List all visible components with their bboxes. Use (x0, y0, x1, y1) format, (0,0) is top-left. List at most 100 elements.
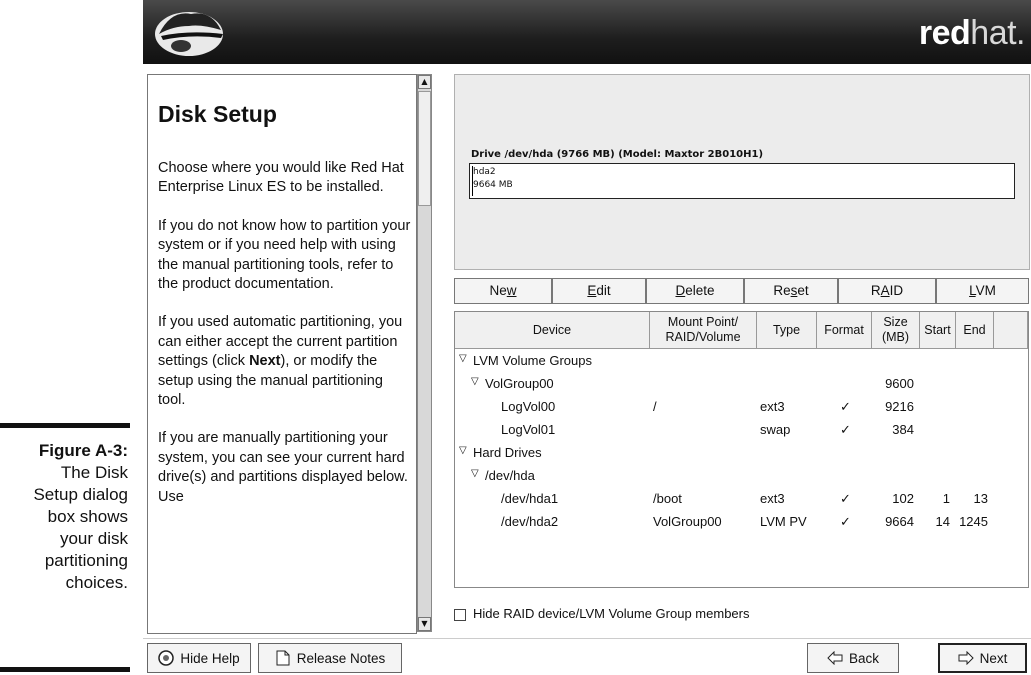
hide-help-label: Hide Help (180, 650, 240, 666)
cell-type: LVM PV (760, 514, 807, 529)
cell-size: 384 (892, 422, 914, 437)
drive-label: Drive /dev/hda (9766 MB) (Model: Maxtor … (471, 149, 764, 160)
expander-triangle-icon[interactable]: ▽ (471, 468, 479, 479)
table-row[interactable]: ▽ VolGroup00 9600 (455, 373, 1028, 396)
cell-format: ✓ (840, 399, 851, 414)
new-button[interactable]: New (454, 278, 552, 304)
help-text: Choose where you would like Red Hat Ente… (158, 159, 414, 526)
bottom-separator (143, 638, 1031, 639)
partition-toolbar: New Edit Delete Reset RAID LVM (454, 278, 1029, 304)
scroll-thumb[interactable] (418, 91, 431, 206)
cell-type: swap (760, 422, 791, 437)
cell-device: /dev/hda2 (501, 514, 559, 529)
delete-button[interactable]: Delete (646, 278, 744, 304)
caption-line: choices. (65, 573, 128, 592)
expander-triangle-icon[interactable]: ▽ (459, 445, 467, 456)
shadowman-logo-icon (155, 12, 223, 56)
column-header-filler (994, 312, 1028, 349)
arrow-left-icon (827, 651, 843, 665)
table-row[interactable]: /dev/hda1/boot ext3 ✓ 102 1 13 (455, 488, 1028, 511)
expander-triangle-icon[interactable]: ▽ (471, 376, 479, 387)
help-paragraph: If you are manually partitioning your sy… (158, 430, 408, 505)
hide-help-button[interactable]: Hide Help (147, 643, 251, 673)
help-title: Disk Setup (158, 101, 277, 127)
cell-start: 14 (935, 514, 950, 529)
table-row[interactable]: ▽ LVM Volume Groups (455, 350, 1028, 373)
cell-device: VolGroup00 (485, 376, 554, 391)
help-paragraph: If you used automatic partitioning, you … (158, 314, 403, 409)
cell-end: 1245 (959, 514, 988, 529)
help-scrollbar[interactable]: ▲ ▼ (417, 74, 432, 632)
cell-device: LogVol01 (501, 422, 556, 437)
cell-device: LogVol00 (501, 399, 556, 414)
document-icon (276, 650, 290, 666)
banner: redhat. (143, 0, 1031, 64)
cell-end: 13 (973, 491, 988, 506)
partition-name: hda2 (473, 167, 496, 177)
caption-line: Setup dialog (33, 485, 128, 504)
cell-device: /dev/hda1 (501, 491, 559, 506)
drive-graphic: Drive /dev/hda (9766 MB) (Model: Maxtor … (454, 74, 1030, 270)
cell-format: ✓ (840, 422, 851, 437)
table-row[interactable]: LogVol01 swap ✓ 384 (455, 419, 1028, 442)
cell-start: 1 (942, 491, 950, 506)
help-panel: Disk Setup Choose where you would like R… (147, 74, 417, 634)
cell-size: 102 (892, 491, 914, 506)
help-paragraph: If you do not know how to partition your… (158, 217, 411, 293)
caption-line: your disk (59, 529, 128, 548)
column-header-start[interactable]: Start (920, 312, 956, 349)
installer-window: redhat. Disk Setup Choose where you woul… (143, 0, 1031, 675)
table-row[interactable]: ▽ /dev/hda (455, 465, 1028, 488)
cell-device: /dev/hda (485, 468, 535, 483)
arrow-right-icon (958, 651, 974, 665)
hide-members-label[interactable]: Hide RAID device/LVM Volume Group member… (473, 606, 749, 621)
figure-caption: Figure A-3: The Disk Setup dialog box sh… (0, 440, 128, 594)
redhat-wordmark: redhat. (918, 14, 1026, 52)
partition-size: 9664 MB (473, 180, 513, 190)
scroll-down-icon[interactable]: ▼ (418, 617, 431, 631)
partition-table[interactable]: Device Mount Point/ RAID/Volume Type For… (454, 311, 1029, 588)
caption-line: The Disk (60, 463, 128, 482)
cell-mount: / (653, 399, 657, 414)
raid-button[interactable]: RAID (838, 278, 936, 304)
cell-type: ext3 (760, 491, 785, 506)
cell-type: ext3 (760, 399, 785, 414)
table-row[interactable]: /dev/hda2 VolGroup00 LVM PV ✓ 9664 14 1245 (455, 511, 1028, 534)
back-label: Back (848, 650, 879, 666)
scroll-up-icon[interactable]: ▲ (418, 75, 431, 89)
caption-line: box shows (47, 507, 128, 526)
column-header-format[interactable]: Format (817, 312, 872, 349)
caption-line: partitioning (44, 551, 128, 570)
table-row[interactable]: LogVol00 / ext3 ✓ 9216 (455, 396, 1028, 419)
next-button[interactable]: Next (938, 643, 1027, 673)
lvm-button[interactable]: LVM (936, 278, 1029, 304)
release-notes-label: Release Notes (296, 650, 386, 666)
reset-button[interactable]: Reset (744, 278, 838, 304)
cell-size: 9216 (885, 399, 914, 414)
next-label: Next (979, 650, 1008, 666)
caption-top-rule (0, 423, 130, 428)
drive-partition-bar[interactable]: hda2 9664 MB (469, 163, 1015, 199)
column-header-device[interactable]: Device (455, 312, 650, 349)
cell-mount: /boot (653, 491, 682, 506)
column-header-size[interactable]: Size (MB) (872, 312, 920, 349)
cell-size: 9664 (885, 514, 914, 529)
figure-label: Figure A-3: (38, 441, 128, 460)
column-header-mount[interactable]: Mount Point/ RAID/Volume (650, 312, 757, 349)
help-icon (158, 650, 175, 666)
column-header-end[interactable]: End (956, 312, 994, 349)
edit-button[interactable]: Edit (552, 278, 646, 304)
cell-size: 9600 (885, 376, 914, 391)
back-button[interactable]: Back (807, 643, 899, 673)
hide-members-checkbox[interactable] (454, 609, 466, 621)
cell-device: LVM Volume Groups (473, 353, 592, 368)
cell-device: Hard Drives (473, 445, 542, 460)
column-header-type[interactable]: Type (757, 312, 817, 349)
cell-mount: VolGroup00 (653, 514, 722, 529)
cell-format: ✓ (840, 491, 851, 506)
help-paragraph: Choose where you would like Red Hat Ente… (158, 160, 404, 196)
expander-triangle-icon[interactable]: ▽ (459, 353, 467, 364)
table-row[interactable]: ▽ Hard Drives (455, 442, 1028, 465)
caption-bottom-rule (0, 667, 130, 672)
release-notes-button[interactable]: Release Notes (258, 643, 402, 673)
